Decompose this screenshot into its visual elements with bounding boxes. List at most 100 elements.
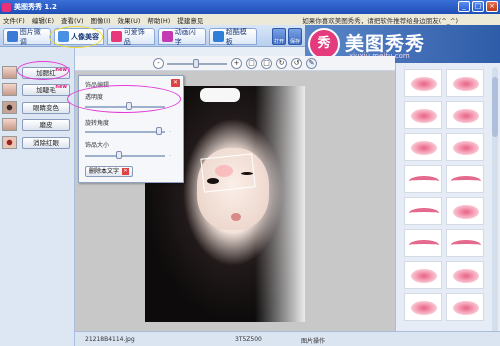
popup-close-button[interactable]: ✕ — [171, 79, 180, 87]
rotation-slider[interactable] — [85, 131, 165, 133]
hair-bow — [200, 88, 240, 102]
tab-animated-text[interactable]: 动画闪字 — [158, 28, 206, 46]
popup-title: 饰品编辑 — [85, 82, 110, 89]
blush-button[interactable]: 加腮红 new — [22, 67, 70, 79]
size-label: 饰品大小 — [85, 142, 110, 149]
size-slider-thumb[interactable] — [115, 151, 122, 159]
smooth-skin-button[interactable]: 磨皮 — [22, 119, 70, 131]
eye-color-button[interactable]: 眼睛变色 — [22, 102, 70, 114]
status-mode: 图片操作 — [301, 338, 326, 345]
opacity-slider-thumb[interactable] — [126, 102, 132, 110]
blush-swatch — [411, 109, 437, 123]
zoom-slider-thumb[interactable] — [193, 59, 199, 68]
blush-swatch — [453, 109, 479, 123]
status-filename: 21218B4114.jpg — [85, 336, 135, 343]
zoom-out-icon[interactable]: - — [153, 58, 164, 69]
photo-adjust-icon — [7, 31, 18, 42]
eye-color-thumbnail — [2, 101, 17, 114]
blush-swatch — [409, 208, 439, 218]
blush-swatch — [411, 269, 437, 283]
zoom-in-icon[interactable]: + — [231, 58, 242, 69]
blush-material[interactable] — [404, 165, 442, 193]
size-slider[interactable] — [85, 155, 165, 157]
material-scrollbar-thumb[interactable] — [492, 77, 498, 137]
tab-label: 可爱饰品 — [123, 27, 145, 46]
feature-panel: 加腮红 new 加睫毛 new 眼睛变色 磨皮 消除红眼 — [0, 47, 75, 346]
menu-feedback[interactable]: 提建意见 — [177, 15, 203, 25]
opacity-slider[interactable] — [85, 106, 165, 108]
status-bar: 21218B4114.jpg 3T5Z500 图片操作 — [75, 331, 500, 346]
blush-swatch — [453, 77, 479, 91]
title-bar: 美图秀秀 1.2 _ □ × — [0, 0, 500, 14]
tab-cool-templates[interactable]: 超酷模板 — [209, 28, 257, 46]
blush-material[interactable] — [446, 165, 484, 193]
blush-swatch — [451, 176, 481, 186]
tab-cute-accessories[interactable]: 可爱饰品 — [107, 27, 155, 46]
minimize-button[interactable]: _ — [458, 1, 470, 12]
open-button[interactable]: 打开 — [272, 28, 286, 45]
blush-swatch — [411, 77, 437, 91]
lips — [231, 213, 241, 221]
blush-material[interactable] — [404, 69, 442, 97]
accessory-icon — [111, 31, 122, 42]
tab-label: 人像美容 — [71, 32, 99, 41]
blush-material[interactable] — [446, 69, 484, 97]
blush-label: 加腮红 — [36, 69, 56, 77]
eyelash-button[interactable]: 加睫毛 new — [22, 84, 70, 96]
delete-sticker-button[interactable]: 删除本文字 ✕ — [85, 166, 134, 177]
smooth-skin-thumbnail — [2, 118, 17, 131]
delete-label: 删除本文字 — [89, 168, 120, 175]
app-icon — [2, 2, 11, 12]
blush-swatch — [453, 141, 479, 155]
blush-swatch — [409, 176, 439, 186]
rotation-slider-thumb[interactable] — [155, 127, 162, 135]
close-button[interactable]: × — [486, 1, 498, 12]
menu-edit[interactable]: 编辑(E) — [32, 15, 54, 25]
blush-material[interactable] — [404, 261, 442, 289]
blush-swatch — [453, 301, 479, 315]
blush-material[interactable] — [446, 229, 484, 257]
blush-swatch — [451, 240, 481, 250]
material-panel — [395, 63, 500, 346]
feature-row-blush: 加腮红 new — [2, 65, 72, 82]
menu-image[interactable]: 图像(I) — [91, 15, 111, 25]
sticker-selection-box[interactable] — [200, 153, 256, 193]
animated-text-icon — [162, 31, 173, 42]
brush-icon[interactable]: ✎ — [306, 58, 317, 69]
save-button[interactable]: 保存 — [288, 28, 302, 45]
blush-swatch — [453, 269, 479, 283]
status-dimensions: 3T5Z500 — [235, 336, 262, 343]
red-eye-button[interactable]: 消除红眼 — [22, 137, 70, 149]
fit-view-icon[interactable]: ▢ — [246, 58, 257, 69]
menu-bar: 文件(F) 编辑(E) 查看(V) 图像(I) 效果(U) 帮助(H) 提建意见… — [0, 14, 500, 25]
window-title: 美图秀秀 1.2 — [14, 3, 57, 11]
open-label: 打开 — [273, 39, 284, 45]
menu-file[interactable]: 文件(F) — [3, 15, 25, 25]
tab-portrait-beauty[interactable]: 人像美容 — [54, 28, 104, 45]
actual-size-icon[interactable]: □ — [261, 58, 272, 69]
blush-material[interactable] — [404, 293, 442, 321]
blush-material[interactable] — [404, 229, 442, 257]
maximize-button[interactable]: □ — [472, 1, 484, 12]
new-badge: new — [55, 67, 67, 73]
blush-material[interactable] — [404, 133, 442, 161]
undo-icon[interactable]: ↺ — [291, 58, 302, 69]
feature-row-eye-color: 眼睛变色 — [2, 100, 72, 117]
blush-thumbnail — [2, 66, 17, 79]
blush-material[interactable] — [446, 261, 484, 289]
feature-row-eyelash: 加睫毛 new — [2, 82, 72, 99]
window-controls: _ □ × — [458, 1, 498, 12]
blush-material[interactable] — [404, 101, 442, 129]
menu-help[interactable]: 帮助(H) — [147, 15, 170, 25]
blush-material[interactable] — [446, 101, 484, 129]
material-scrollbar[interactable] — [492, 67, 498, 337]
tab-photo-adjust[interactable]: 图片微调 — [3, 28, 51, 46]
blush-material[interactable] — [446, 133, 484, 161]
blush-material[interactable] — [446, 293, 484, 321]
menu-effects[interactable]: 效果(U) — [118, 15, 141, 25]
rotate-icon[interactable]: ↻ — [276, 58, 287, 69]
menu-view[interactable]: 查看(V) — [61, 15, 84, 25]
template-icon — [213, 31, 224, 42]
blush-material[interactable] — [404, 197, 442, 225]
blush-material[interactable] — [446, 197, 484, 225]
